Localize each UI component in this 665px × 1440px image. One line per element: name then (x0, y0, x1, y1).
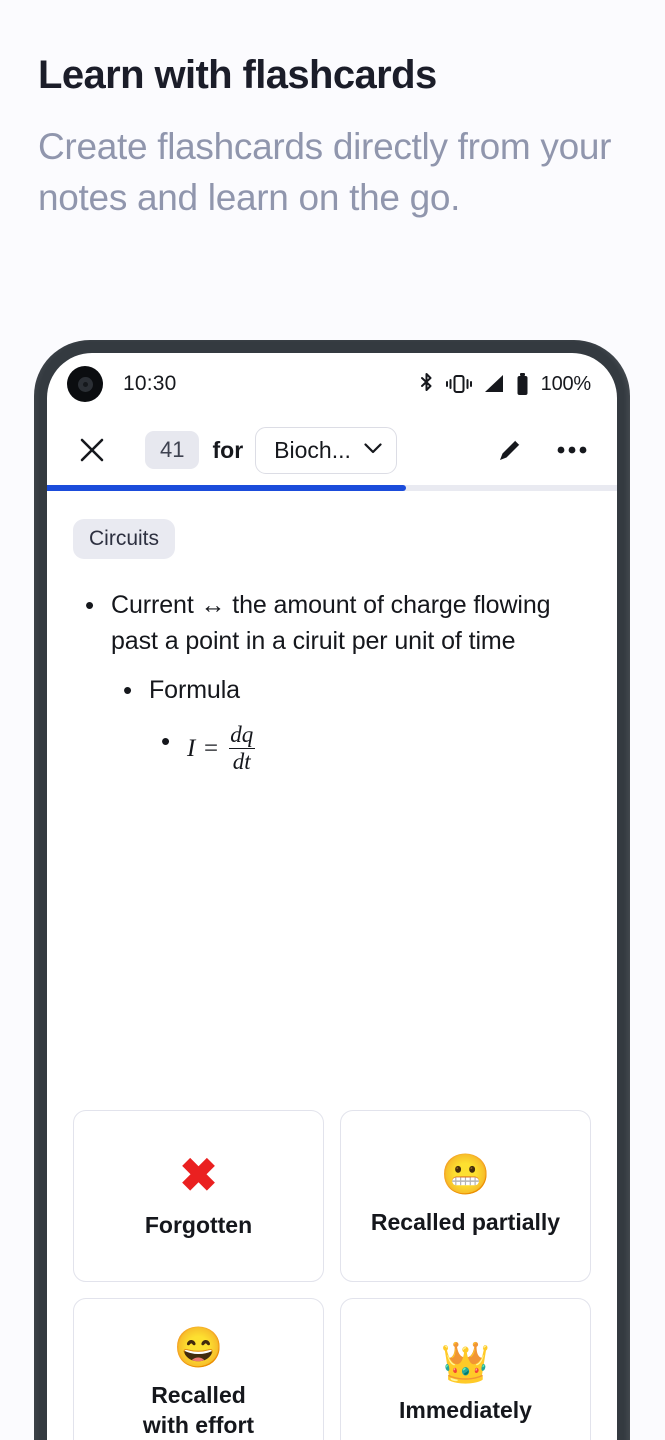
battery-percent: 100% (540, 372, 592, 395)
list-item-text: Formula (149, 675, 240, 704)
study-progress-bar (47, 485, 617, 491)
formula-lhs: I (187, 734, 196, 762)
card-count-badge[interactable]: 41 (145, 431, 200, 469)
page-subtitle: Create flashcards directly from your not… (38, 126, 612, 219)
more-horizontal-icon[interactable] (549, 427, 595, 473)
close-icon[interactable] (69, 427, 115, 473)
list-item-text: Current ↔ the amount of charge flowing p… (111, 591, 551, 656)
flashcard-content: Circuits • Current ↔ the amount of charg… (47, 491, 617, 1110)
bluetooth-icon (418, 372, 435, 396)
grinning-face-icon: 😄 (173, 1325, 224, 1370)
crown-icon: 👑 (440, 1340, 491, 1385)
formula-denominator: dt (228, 748, 255, 774)
answer-card[interactable]: 😬 Recalled partially (340, 1110, 591, 1282)
deck-selector[interactable]: Bioch... (255, 426, 397, 474)
bullet-icon: • (123, 674, 133, 705)
list-item: • Current ↔ the amount of charge flowing… (73, 587, 591, 660)
status-time: 10:30 (123, 372, 177, 395)
answer-card-label: Recalled with effort (142, 1381, 255, 1438)
app-toolbar: 41 for Bioch... (47, 415, 617, 485)
for-label: for (212, 436, 244, 463)
front-camera-icon (67, 366, 103, 402)
bullet-icon: • (85, 590, 95, 620)
grimacing-face-icon: 😬 (440, 1152, 491, 1197)
status-indicators: 100% (418, 372, 591, 396)
answer-card[interactable]: ✖ Forgotten (73, 1110, 324, 1282)
topic-tag[interactable]: Circuits (73, 519, 176, 559)
pencil-icon[interactable] (487, 427, 533, 473)
phone-mockup: 10:30 100% 41 for Bioch... Circuits • Cu… (34, 340, 630, 1440)
deck-selector-label: Bioch... (274, 436, 351, 463)
chevron-down-icon (364, 441, 382, 459)
answer-card-label: Recalled partially (370, 1208, 561, 1235)
answer-card[interactable]: 😄 Recalled with effort (73, 1298, 324, 1440)
vibrate-icon (445, 373, 472, 395)
phone-screen: 10:30 100% 41 for Bioch... Circuits • Cu… (47, 353, 617, 1440)
status-bar: 10:30 100% (47, 353, 617, 415)
formula-numerator: dq (230, 722, 254, 748)
bullet-icon: • (161, 726, 171, 757)
page-title: Learn with flashcards (38, 53, 437, 97)
answer-grid: ✖ Forgotten 😬 Recalled partially 😄 Recalled wi… (47, 1110, 617, 1440)
answer-card-label: Forgotten (144, 1211, 253, 1238)
red-cross-icon: ✖ (179, 1148, 218, 1201)
formula-equals: = (202, 734, 220, 762)
answer-card[interactable]: 👑 Immediately (340, 1298, 591, 1440)
battery-icon (516, 372, 529, 396)
math-formula: I = dq dt (187, 723, 257, 774)
answer-card-label: Immediately (399, 1396, 532, 1423)
signal-icon (483, 374, 505, 394)
formula-fraction: dq dt (226, 723, 257, 774)
note-content: • Current ↔ the amount of charge flowing… (73, 587, 591, 780)
formula-item: • I = dq dt (73, 723, 591, 774)
promo-header: Learn with flashcards Create flashcards … (0, 0, 665, 223)
list-item: • Formula (73, 672, 591, 710)
study-progress-fill (47, 485, 407, 491)
